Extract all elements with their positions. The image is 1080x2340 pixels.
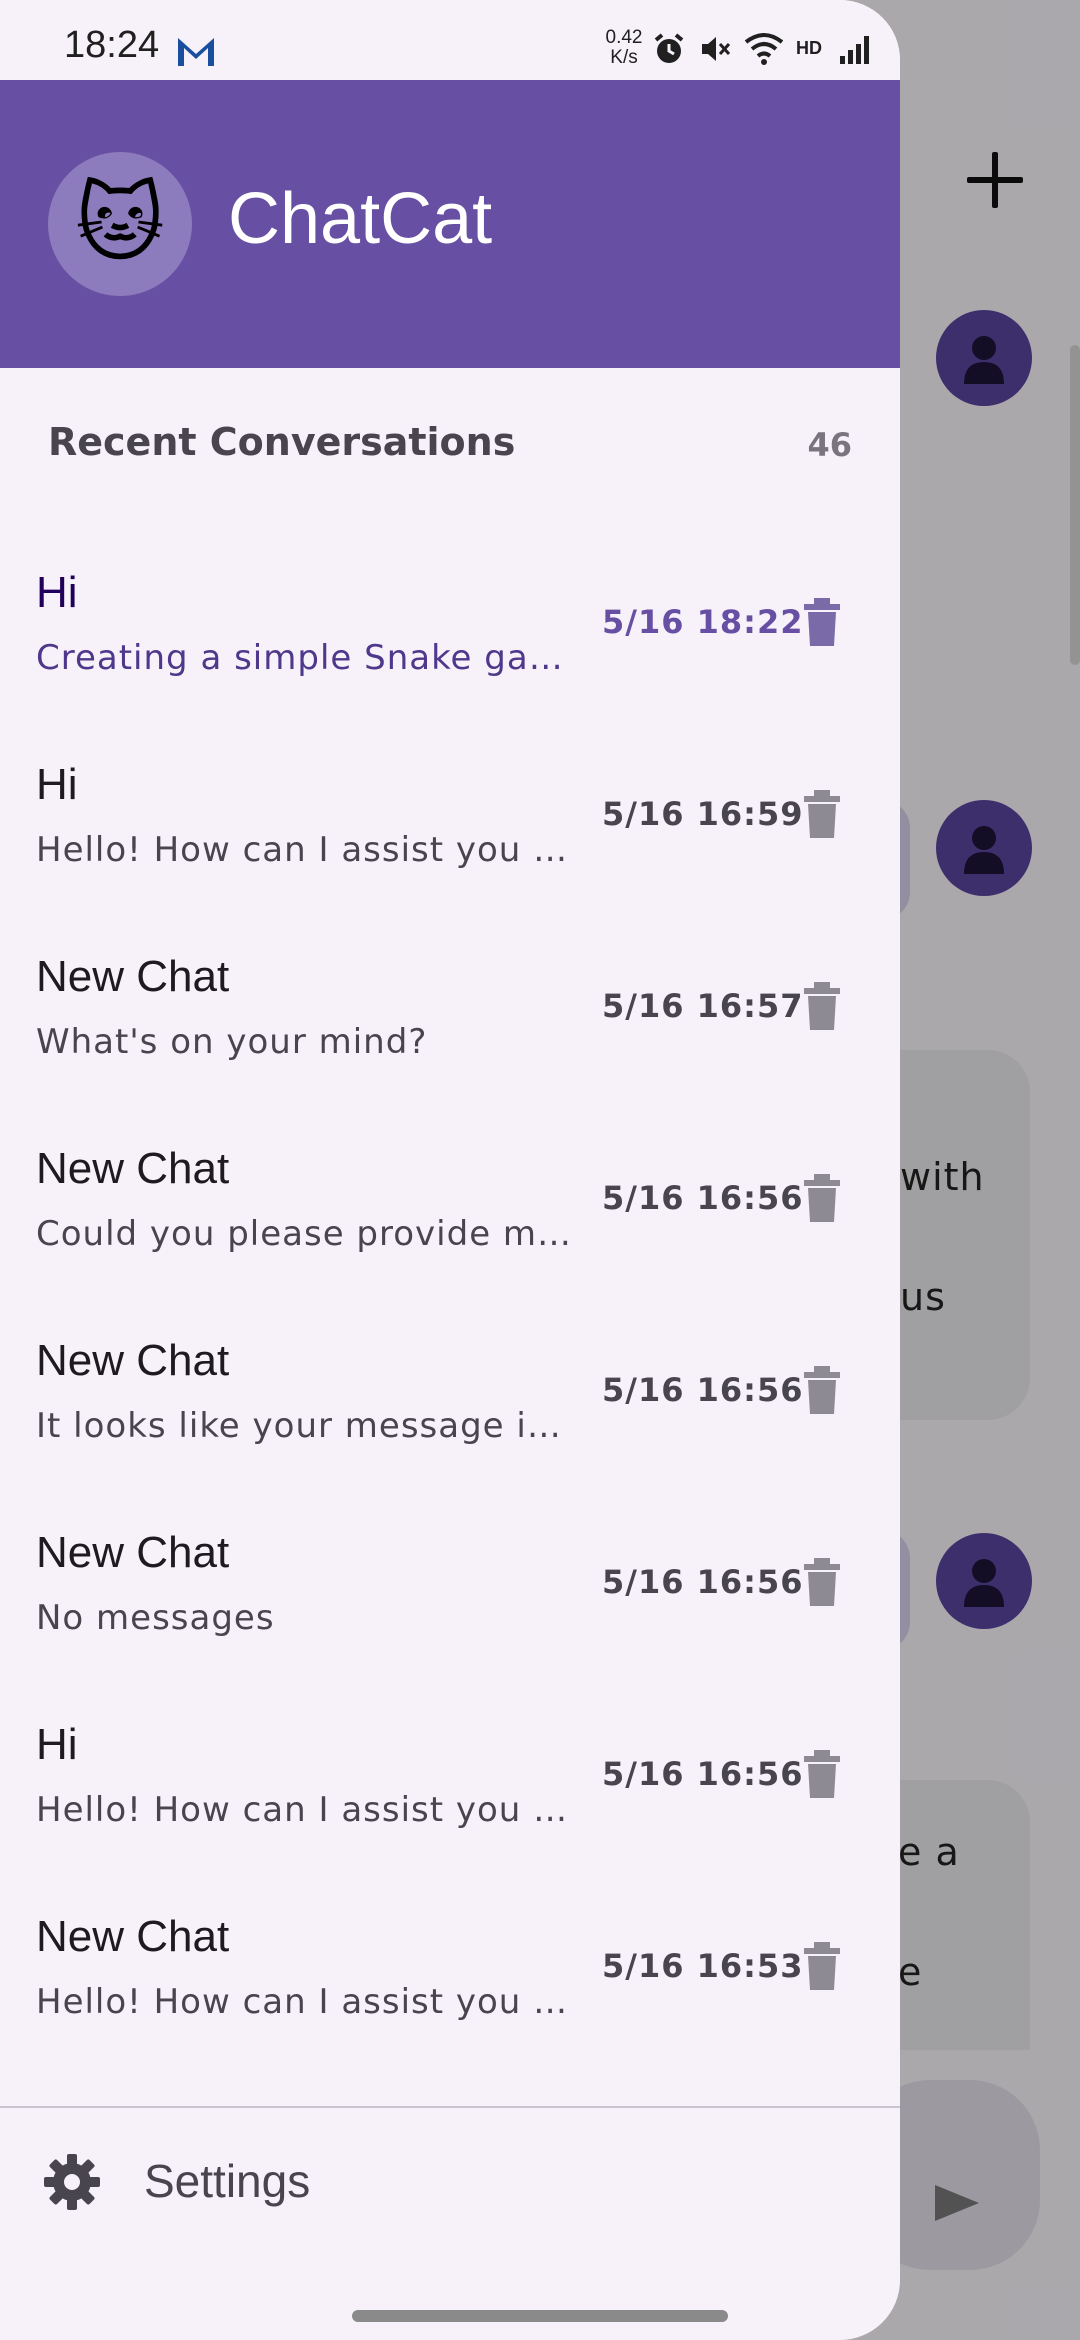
conversation-title: Hi — [36, 1720, 78, 1769]
cat-face-icon: 🐱 — [75, 174, 165, 274]
conversation-count: 46 — [807, 426, 852, 464]
conversation-time: 5/16 16:57 — [602, 987, 804, 1025]
conversation-preview: What's on your mind? — [36, 1022, 428, 1062]
conversation-time: 5/16 16:56 — [602, 1755, 804, 1793]
settings-label: Settings — [144, 2155, 311, 2207]
delete-icon[interactable] — [800, 1174, 844, 1224]
delete-icon[interactable] — [800, 1366, 844, 1416]
conversation-item[interactable]: Hi Creating a simple Snake game… 5/16 18… — [0, 528, 900, 720]
conversation-time: 5/16 16:56 — [602, 1563, 804, 1601]
network-speed-value: 0.42 — [605, 27, 643, 48]
hd-indicator: HD — [796, 38, 822, 58]
status-bar: 18:24 0.42 K/s HD — [0, 0, 900, 80]
conversation-preview: Could you please provide more… — [36, 1214, 576, 1254]
home-indicator[interactable] — [352, 2310, 728, 2322]
drawer-header: 🐱 ChatCat — [0, 80, 900, 368]
conversation-item[interactable]: New Chat What's on your mind? 5/16 16:57 — [0, 912, 900, 1104]
conversation-preview: No messages — [36, 1598, 275, 1638]
delete-icon[interactable] — [800, 982, 844, 1032]
conversation-title: Hi — [36, 568, 78, 617]
conversation-title: New Chat — [36, 1912, 230, 1961]
conversation-title: New Chat — [36, 1528, 230, 1577]
gmail-icon — [178, 38, 214, 66]
conversation-item[interactable]: Hi Hello! How can I assist you today? 5/… — [0, 1680, 900, 1872]
network-speed: 0.42 K/s — [600, 28, 648, 68]
conversation-title: Hi — [36, 760, 78, 809]
conversation-time: 5/16 16:56 — [602, 1371, 804, 1409]
alarm-icon — [654, 33, 684, 63]
navigation-drawer: 18:24 0.42 K/s HD 🐱 ChatCat Recent Conve… — [0, 0, 900, 2340]
conversation-list: Hi Creating a simple Snake game… 5/16 18… — [0, 528, 900, 2064]
recent-conversations-title: Recent Conversations — [48, 420, 516, 464]
wifi-icon — [744, 33, 784, 65]
conversation-preview: It looks like your message is incomplete — [36, 1406, 576, 1446]
delete-icon[interactable] — [800, 1942, 844, 1992]
network-speed-unit: K/s — [610, 47, 638, 68]
conversation-preview: Creating a simple Snake game… — [36, 638, 576, 678]
cellular-signal-icon — [840, 36, 869, 64]
settings-button[interactable]: Settings — [0, 2120, 900, 2240]
delete-icon[interactable] — [800, 790, 844, 840]
mute-icon — [702, 37, 731, 61]
conversation-item[interactable]: New Chat Hello! How can I assist you tod… — [0, 1872, 900, 2064]
conversation-preview: Hello! How can I assist you today? — [36, 1790, 576, 1830]
conversation-title: New Chat — [36, 1336, 230, 1385]
delete-icon[interactable] — [800, 1558, 844, 1608]
conversation-time: 5/16 18:22 — [602, 603, 804, 641]
app-title: ChatCat — [228, 179, 493, 259]
conversation-time: 5/16 16:56 — [602, 1179, 804, 1217]
screen: with us e a e 18:24 0.42 K/s HD 🐱 ChatCa… — [0, 0, 1080, 2340]
app-avatar: 🐱 — [48, 152, 192, 296]
status-time: 18:24 — [64, 24, 160, 66]
conversation-title: New Chat — [36, 1144, 230, 1193]
conversation-item[interactable]: New Chat Could you please provide more… … — [0, 1104, 900, 1296]
conversation-item[interactable]: New Chat It looks like your message is i… — [0, 1296, 900, 1488]
delete-icon[interactable] — [800, 1750, 844, 1800]
conversation-preview: Hello! How can I assist you today? — [36, 830, 576, 870]
conversation-item[interactable]: New Chat No messages 5/16 16:56 — [0, 1488, 900, 1680]
gear-icon — [44, 2154, 100, 2210]
conversation-title: New Chat — [36, 952, 230, 1001]
delete-icon[interactable] — [800, 598, 844, 648]
conversation-time: 5/16 16:53 — [602, 1947, 804, 1985]
conversation-preview: Hello! How can I assist you today? — [36, 1982, 576, 2022]
conversation-item[interactable]: Hi Hello! How can I assist you today? 5/… — [0, 720, 900, 912]
divider — [0, 2106, 900, 2108]
conversation-time: 5/16 16:59 — [602, 795, 804, 833]
